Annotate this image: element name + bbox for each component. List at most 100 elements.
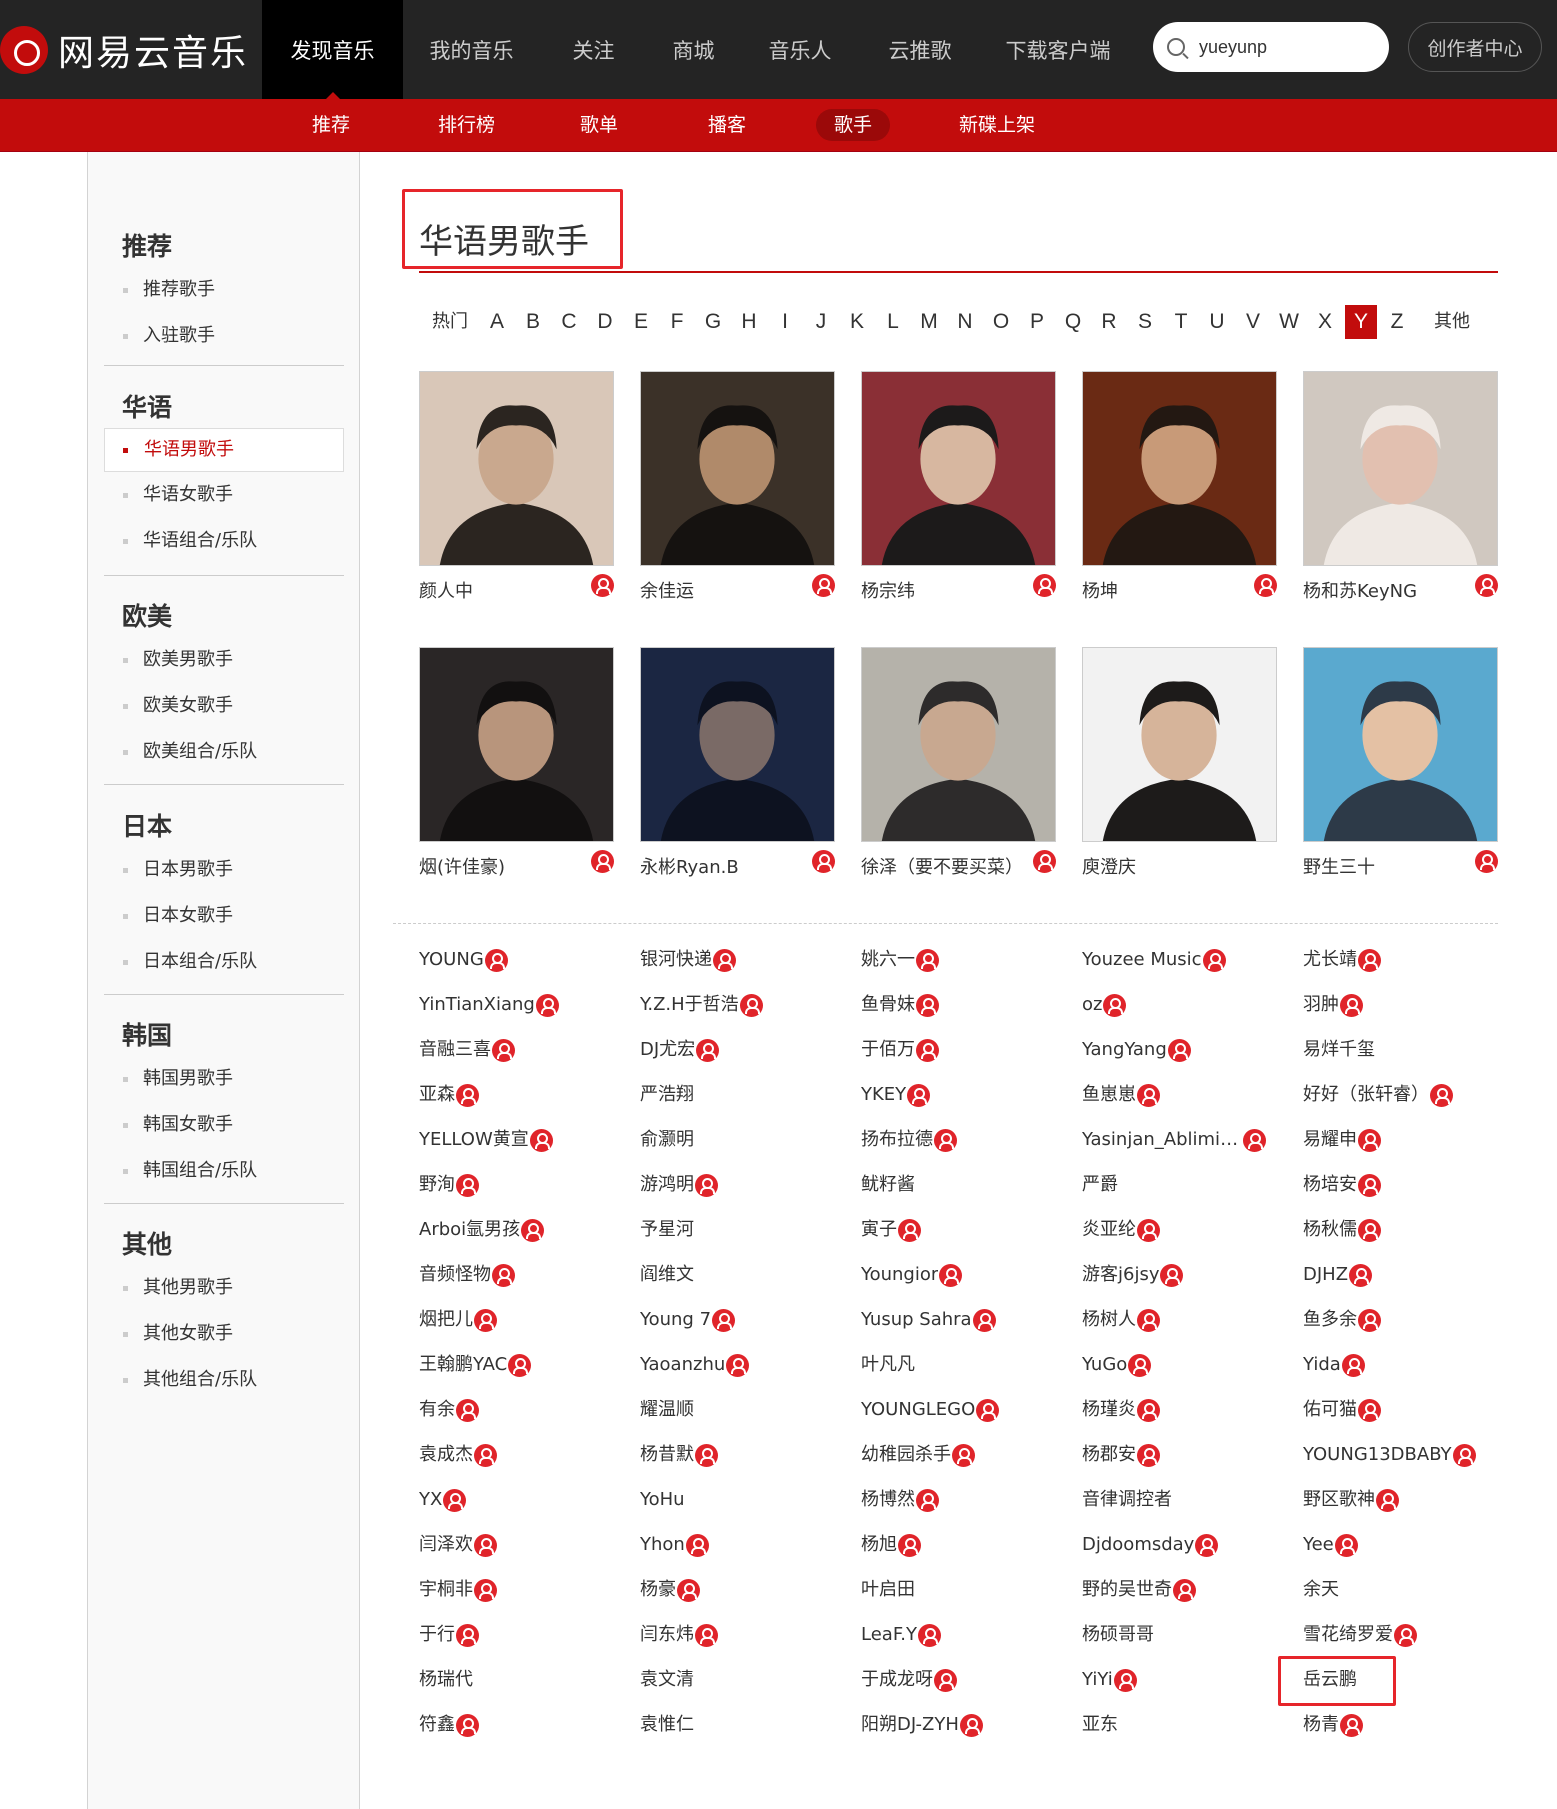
artist-list-item[interactable]: 羽肿 [1303, 985, 1363, 1025]
sidebar-item[interactable]: 推荐歌手 [104, 267, 344, 313]
sidebar-item[interactable]: 入驻歌手 [104, 313, 344, 359]
artist-link[interactable]: Yaoanzhu [640, 1345, 725, 1385]
artist-list-item[interactable]: 阎维文 [640, 1255, 694, 1295]
letter-filter[interactable]: T [1165, 305, 1197, 339]
artist-list-item[interactable]: 岳云鹏 [1278, 1656, 1396, 1706]
artist-link[interactable]: 羽肿 [1303, 985, 1339, 1025]
artist-list-item[interactable]: Youzee Music [1082, 940, 1226, 980]
artist-link[interactable]: 于佰万 [861, 1030, 915, 1070]
artist-list-item[interactable]: 严爵 [1082, 1165, 1118, 1205]
artist-link[interactable]: 佑可猫 [1303, 1390, 1357, 1430]
artist-list-item[interactable]: 杨郡安 [1082, 1435, 1160, 1475]
artist-list-item[interactable]: YuGo [1082, 1345, 1152, 1385]
artist-photo[interactable] [1082, 647, 1277, 842]
letter-filter[interactable]: U [1201, 305, 1233, 339]
artist-link[interactable]: 寅子 [861, 1210, 897, 1250]
letter-filter[interactable]: Z [1381, 305, 1413, 339]
artist-list-item[interactable]: YiYi [1082, 1660, 1137, 1700]
artist-card[interactable]: 徐泽（要不要买菜） [861, 647, 1056, 878]
artist-link[interactable]: Youzee Music [1082, 940, 1202, 980]
letter-filter[interactable]: V [1237, 305, 1269, 339]
artist-name[interactable]: 杨和苏KeyNG [1303, 577, 1468, 603]
subnav-item[interactable]: 歌单 [562, 109, 636, 141]
artist-link[interactable]: YoHu [640, 1480, 685, 1520]
artist-link[interactable]: 亚森 [419, 1075, 455, 1115]
artist-card[interactable]: 杨坤 [1082, 371, 1277, 602]
artist-link[interactable]: 符鑫 [419, 1705, 455, 1745]
artist-list-item[interactable]: 杨硕哥哥 [1082, 1615, 1154, 1655]
artist-list-item[interactable]: YangYang [1082, 1030, 1191, 1070]
artist-link[interactable]: YuGo [1082, 1345, 1127, 1385]
subnav-item[interactable]: 推荐 [294, 109, 368, 141]
artist-link[interactable]: 鱿籽酱 [861, 1165, 915, 1205]
letter-filter[interactable]: S [1129, 305, 1161, 339]
artist-list-item[interactable]: 音频怪物 [419, 1255, 515, 1295]
letter-filter[interactable]: D [589, 305, 621, 339]
artist-name[interactable]: 颜人中 [419, 577, 584, 603]
sidebar-item[interactable]: 欧美女歌手 [104, 683, 344, 729]
artist-link[interactable]: 音融三喜 [419, 1030, 491, 1070]
artist-photo[interactable] [640, 371, 835, 566]
artist-list-item[interactable]: 符鑫 [419, 1705, 479, 1745]
artist-list-item[interactable]: 亚东 [1082, 1705, 1118, 1745]
artist-link[interactable]: YinTianXiang [419, 985, 535, 1025]
artist-photo[interactable] [1082, 371, 1277, 566]
artist-name[interactable]: 徐泽（要不要买菜） [861, 853, 1026, 879]
artist-link[interactable]: 有余 [419, 1390, 455, 1430]
artist-list-item[interactable]: 予星河 [640, 1210, 694, 1250]
artist-list-item[interactable]: 杨瑞代 [419, 1660, 473, 1700]
artist-list-item[interactable]: YOUNG13DBABY [1303, 1435, 1476, 1475]
artist-link[interactable]: 银河快递 [640, 940, 712, 980]
artist-link[interactable]: 杨瑞代 [419, 1660, 473, 1700]
artist-link[interactable]: YKEY [861, 1075, 906, 1115]
topnav-item[interactable]: 云推歌 [866, 0, 974, 99]
sidebar-item[interactable]: 韩国女歌手 [104, 1102, 344, 1148]
letter-filter[interactable]: A [481, 305, 513, 339]
artist-link[interactable]: Yida [1303, 1345, 1341, 1385]
artist-card[interactable]: 永彬Ryan.B [640, 647, 835, 878]
artist-list-item[interactable]: 杨瑾炎 [1082, 1390, 1160, 1430]
artist-list-item[interactable]: 叶凡凡 [861, 1345, 915, 1385]
artist-link[interactable]: 王翰鹏YAC [419, 1345, 507, 1385]
artist-list-item[interactable]: 严浩翔 [640, 1075, 694, 1115]
creator-center-button[interactable]: 创作者中心 [1408, 22, 1542, 72]
artist-link[interactable]: Yee [1303, 1525, 1334, 1565]
artist-link[interactable]: Yusup Sahra [861, 1300, 972, 1340]
artist-link[interactable]: 尤长靖 [1303, 940, 1357, 980]
artist-list-item[interactable]: 野区歌神 [1303, 1480, 1399, 1520]
artist-list-item[interactable]: Y.Z.H于哲浩 [640, 985, 763, 1025]
letter-filter[interactable]: E [625, 305, 657, 339]
artist-link[interactable]: 杨培安 [1303, 1165, 1357, 1205]
artist-name[interactable]: 烟(许佳豪) [419, 853, 584, 879]
sidebar-item[interactable]: 华语组合/乐队 [104, 518, 344, 564]
artist-photo[interactable] [1303, 647, 1498, 842]
search-input[interactable] [1199, 36, 1379, 58]
artist-photo[interactable] [861, 371, 1056, 566]
artist-list-item[interactable]: DJ尤宏 [640, 1030, 720, 1070]
artist-list-item[interactable]: Young 7 [640, 1300, 736, 1340]
artist-link[interactable]: Arboi氩男孩 [419, 1210, 520, 1250]
artist-list-item[interactable]: 闫东炜 [640, 1615, 718, 1655]
artist-list-item[interactable]: 于行 [419, 1615, 479, 1655]
letter-filter[interactable]: L [877, 305, 909, 339]
letter-filter[interactable]: M [913, 305, 945, 339]
artist-list-item[interactable]: 雪花绮罗爱 [1303, 1615, 1417, 1655]
artist-link[interactable]: 扬布拉德 [861, 1120, 933, 1160]
artist-link[interactable]: 杨硕哥哥 [1082, 1615, 1154, 1655]
artist-photo[interactable] [419, 647, 614, 842]
letter-filter[interactable]: J [805, 305, 837, 339]
artist-list-item[interactable]: 野洵 [419, 1165, 479, 1205]
artist-list-item[interactable]: Djdoomsday [1082, 1525, 1219, 1565]
artist-list-item[interactable]: 银河快递 [640, 940, 736, 980]
artist-list-item[interactable]: 王翰鹏YAC [419, 1345, 532, 1385]
artist-photo[interactable] [861, 647, 1056, 842]
artist-link[interactable]: DJHZ [1303, 1255, 1348, 1295]
artist-link[interactable]: 杨秋儒 [1303, 1210, 1357, 1250]
artist-link[interactable]: 于行 [419, 1615, 455, 1655]
artist-card[interactable]: 余佳运 [640, 371, 835, 602]
subnav-item[interactable]: 排行榜 [420, 109, 513, 141]
artist-link[interactable]: 余天 [1303, 1570, 1339, 1610]
artist-link[interactable]: 阎维文 [640, 1255, 694, 1295]
artist-card[interactable]: 烟(许佳豪) [419, 647, 614, 878]
sidebar-item[interactable]: 欧美男歌手 [104, 637, 344, 683]
